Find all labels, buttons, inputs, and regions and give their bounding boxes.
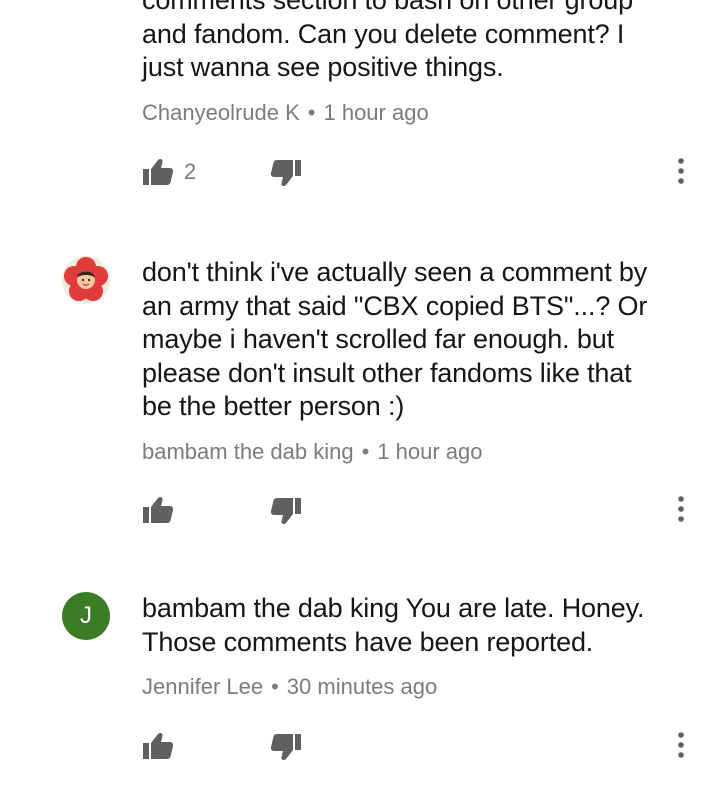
comment-time: 30 minutes ago [286,674,438,700]
comment-text: comments section to bash on other group … [142,0,633,83]
more-options-button[interactable] [670,155,692,187]
dislike-button[interactable] [270,733,304,763]
comment-actions [142,729,702,765]
comment-meta: bambam the dab king • 1 hour ago [142,438,682,466]
thumbs-down-icon [270,734,301,761]
meta-separator: • [271,674,279,700]
comment-text: bambam the dab king You are late. Honey.… [142,593,645,657]
dislike-button[interactable] [270,159,304,189]
avatar-letter: J [80,602,92,629]
thumbs-up-icon [143,496,174,523]
like-button[interactable] [142,495,184,525]
comment-body: don't think i've actually seen a comment… [142,256,682,466]
comment-author[interactable]: bambam the dab king [142,439,354,464]
comment-time: 1 hour ago [323,99,429,125]
like-button[interactable] [142,731,184,761]
comment-meta: Jennifer Lee • 30 minutes ago [142,673,682,701]
more-vertical-icon [678,158,684,184]
like-button[interactable]: 2 [142,157,196,187]
avatar[interactable] [62,256,110,304]
comment-author[interactable]: Jennifer Lee [142,674,263,699]
comment-body: comments section to bash on other group … [142,0,682,127]
comment-body: bambam the dab king You are late. Honey.… [142,592,682,701]
comment-meta: Chanyeolrude K • 1 hour ago [142,99,682,127]
comment-actions [142,493,702,529]
thumbs-up-icon [143,732,174,759]
meta-separator: • [307,99,316,125]
like-count: 2 [184,159,197,184]
avatar[interactable]: J [62,592,110,640]
comment-text: don't think i've actually seen a comment… [142,257,648,422]
thumbs-down-icon [270,160,301,187]
flower-avatar-icon [62,256,110,304]
more-options-button[interactable] [670,493,692,525]
meta-separator: • [361,438,370,464]
comment-time: 1 hour ago [377,438,483,464]
more-vertical-icon [678,732,684,758]
comment-author[interactable]: Chanyeolrude K [142,100,300,125]
more-vertical-icon [678,496,684,522]
thumbs-up-icon [143,158,174,185]
dislike-button[interactable] [270,497,304,527]
comments-section: comments section to bash on other group … [0,0,717,794]
more-options-button[interactable] [670,729,692,761]
thumbs-down-icon [270,498,301,525]
comment-actions: 2 [142,155,702,191]
